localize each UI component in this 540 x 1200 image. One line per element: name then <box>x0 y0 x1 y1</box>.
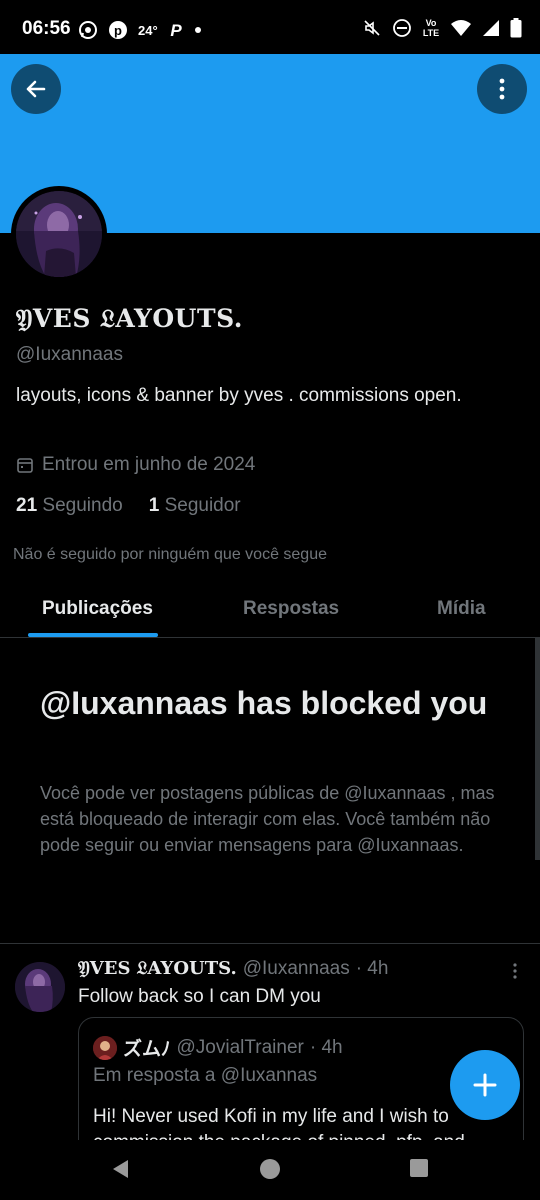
more-options-button[interactable] <box>477 64 527 114</box>
svg-text:p: p <box>114 23 122 38</box>
quote-reply-to: Em resposta a @Iuxannas <box>93 1065 318 1086</box>
more-vertical-icon <box>512 962 518 980</box>
not-followed-notice: Não é seguido por ninguém que você segue <box>13 546 327 563</box>
svg-text:P: P <box>170 21 182 40</box>
pinterest-icon: p <box>108 20 128 40</box>
quote-avatar <box>93 1035 117 1060</box>
followers-link[interactable]: 1 Seguidor <box>149 495 241 517</box>
followers-count: 1 <box>148 495 160 516</box>
post-avatar[interactable] <box>15 962 65 1012</box>
tab-midia[interactable]: Mídia <box>437 598 486 620</box>
profile-avatar-ring[interactable] <box>11 186 107 282</box>
profile-handle: @Iuxannaas <box>16 344 123 365</box>
more-vertical-icon <box>498 77 506 101</box>
joined-date-text: Entrou em junho de 2024 <box>42 454 256 475</box>
home-circle-icon[interactable] <box>259 1158 281 1180</box>
following-link[interactable]: 21 Seguindo <box>16 495 123 517</box>
quote-time: · 4h <box>309 1036 343 1058</box>
blocked-title: @Iuxannaas has blocked you <box>40 685 488 721</box>
status-bar: 06:56 p 24° P Vo LTE <box>0 0 540 54</box>
whatsapp-icon <box>78 20 98 40</box>
status-right-icons: Vo LTE <box>362 18 522 38</box>
back-button[interactable] <box>11 64 61 114</box>
tab-respostas[interactable]: Respostas <box>243 598 339 620</box>
divider <box>0 943 540 944</box>
joined-date: Entrou em junho de 2024 <box>16 454 255 476</box>
dot-icon <box>194 26 202 34</box>
post-header: 𝔜VES 𝔏AYOUTS. @Iuxannaas · 4h <box>78 958 388 980</box>
followers-label: Seguidor <box>164 495 241 516</box>
compose-button[interactable] <box>450 1050 520 1120</box>
paypal-icon: P <box>168 20 184 40</box>
post-text: Follow back so I can DM you <box>78 986 321 1007</box>
profile-bio: layouts, icons & banner by yves . commis… <box>16 385 462 406</box>
post-author-handle: @Iuxannaas <box>242 958 350 979</box>
scroll-indicator <box>535 638 540 860</box>
wifi-icon <box>450 19 472 37</box>
plus-icon <box>472 1072 498 1098</box>
post-author-name[interactable]: 𝔜VES 𝔏AYOUTS. <box>78 958 237 979</box>
signal-icon <box>482 19 500 37</box>
active-tab-indicator <box>28 633 158 637</box>
volte-icon: Vo LTE <box>422 18 440 38</box>
post-more-button[interactable] <box>512 962 518 985</box>
dnd-icon <box>392 18 412 38</box>
follow-stats: 21 Seguindo 1 Seguidor <box>16 495 241 517</box>
arrow-left-icon <box>23 76 49 102</box>
recents-square-icon[interactable] <box>409 1158 429 1178</box>
display-name: 𝔜VES 𝔏AYOUTS. <box>16 304 243 333</box>
status-left-icons: p 24° P <box>78 20 202 40</box>
post-time: · 4h <box>355 958 389 979</box>
following-label: Seguindo <box>42 495 123 516</box>
tab-publicacoes[interactable]: Publicações <box>42 598 153 620</box>
system-nav-bar <box>0 1140 540 1200</box>
profile-tabs: Publicações Respostas Mídia <box>0 582 540 638</box>
status-time: 06:56 <box>22 18 71 39</box>
mute-icon <box>362 18 382 38</box>
quote-author-name: ズムﾉ <box>123 1039 171 1060</box>
calendar-icon <box>16 456 34 474</box>
battery-icon <box>510 18 522 38</box>
back-triangle-icon[interactable] <box>110 1158 130 1180</box>
temperature: 24° <box>138 22 158 38</box>
avatar <box>16 191 102 277</box>
quote-author-handle: @JovialTrainer <box>176 1036 304 1058</box>
quote-header: ズムﾉ @JovialTrainer · 4h <box>93 1034 343 1061</box>
blocked-description: Você pode ver postagens públicas de @Iux… <box>40 783 495 855</box>
following-count: 21 <box>16 495 38 516</box>
